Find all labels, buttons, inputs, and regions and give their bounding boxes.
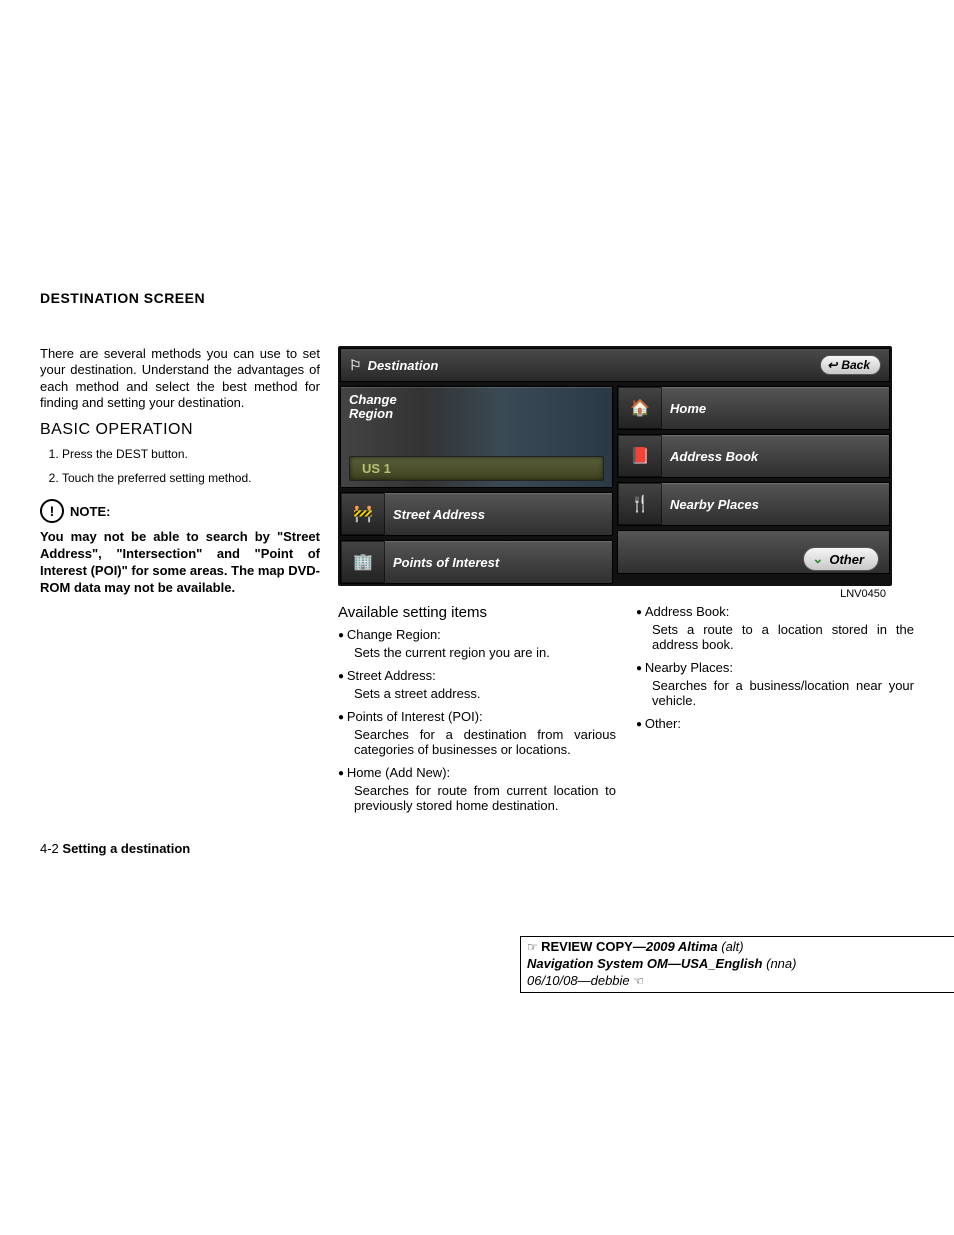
address-book-button[interactable]: 📕 Address Book [617, 434, 890, 478]
items-list-right: Address Book: Sets a route to a location… [636, 604, 914, 731]
review-line1a: REVIEW COPY— [541, 939, 646, 954]
screen-title: Destination [368, 358, 439, 373]
page-section: Setting a destination [62, 841, 190, 856]
poi-icon: 🏢 [341, 541, 385, 583]
step-1: Press the DEST button. [62, 447, 320, 461]
back-label: Back [841, 358, 870, 372]
note-label: NOTE: [70, 504, 110, 519]
item-poi: Points of Interest (POI): Searches for a… [338, 709, 616, 757]
street-address-button[interactable]: 🚧 Street Address [340, 492, 613, 536]
item-other: Other: [636, 716, 914, 731]
review-line3: 06/10/08—debbie [527, 973, 630, 988]
nearby-icon: 🍴 [618, 483, 662, 525]
review-line2a: Navigation System OM—USA_English [527, 956, 763, 971]
item-street-address: Street Address: Sets a street address. [338, 668, 616, 701]
basic-operation-head: BASIC OPERATION [40, 421, 320, 439]
other-label: Other [829, 552, 864, 567]
address-book-icon: 📕 [618, 435, 662, 477]
street-sign-icon: 🚧 [341, 493, 385, 535]
note-icon: ! [40, 499, 64, 523]
note-body: You may not be able to search by "Street… [40, 529, 320, 597]
chevron-down-icon: ⌄ [812, 551, 823, 567]
page-number: 4-2 [40, 841, 62, 856]
page-footer: 4-2 Setting a destination [40, 841, 914, 856]
hand-left-icon: ☜ [633, 974, 644, 988]
section-heading: DESTINATION SCREEN [40, 290, 914, 306]
review-line1c: (alt) [718, 939, 744, 954]
review-line1b: 2009 Altima [646, 939, 718, 954]
intro-paragraph: There are several methods you can use to… [40, 346, 320, 411]
destination-screen-figure: ⚐ Destination ↩ Back Change Region US 1 [338, 346, 892, 586]
destination-flag-icon: ⚐ [349, 357, 362, 374]
home-icon: 🏠 [618, 387, 662, 429]
item-address-book: Address Book: Sets a route to a location… [636, 604, 914, 652]
review-copy-box: ☞ REVIEW COPY—2009 Altima (alt) Navigati… [520, 936, 954, 993]
street-address-label: Street Address [393, 507, 485, 522]
home-label: Home [670, 401, 706, 416]
poi-button[interactable]: 🏢 Points of Interest [340, 540, 613, 584]
item-nearby: Nearby Places: Searches for a business/l… [636, 660, 914, 708]
other-button-row: ⌄ Other [617, 530, 890, 574]
left-text-column: There are several methods you can use to… [40, 346, 320, 821]
item-home: Home (Add New): Searches for route from … [338, 765, 616, 813]
steps-list: Press the DEST button. Touch the preferr… [40, 447, 320, 485]
figure-id: LNV0450 [338, 588, 886, 600]
change-region-button[interactable]: Change Region US 1 [340, 386, 613, 488]
change-region-value: US 1 [349, 456, 604, 481]
available-items-head: Available setting items [338, 604, 616, 621]
review-line2b: (nna) [763, 956, 797, 971]
poi-label: Points of Interest [393, 555, 499, 570]
nearby-places-button[interactable]: 🍴 Nearby Places [617, 482, 890, 526]
item-change-region: Change Region: Sets the current region y… [338, 627, 616, 660]
hand-right-icon: ☞ [527, 940, 541, 954]
change-region-label: Change Region [349, 393, 604, 420]
back-button[interactable]: ↩ Back [820, 355, 881, 375]
items-list-left: Change Region: Sets the current region y… [338, 627, 616, 813]
step-2: Touch the preferred setting method. [62, 471, 320, 485]
home-button[interactable]: 🏠 Home [617, 386, 890, 430]
nearby-label: Nearby Places [670, 497, 759, 512]
other-button[interactable]: ⌄ Other [803, 547, 879, 571]
address-book-label: Address Book [670, 449, 758, 464]
back-arrow-icon: ↩ [827, 358, 837, 372]
